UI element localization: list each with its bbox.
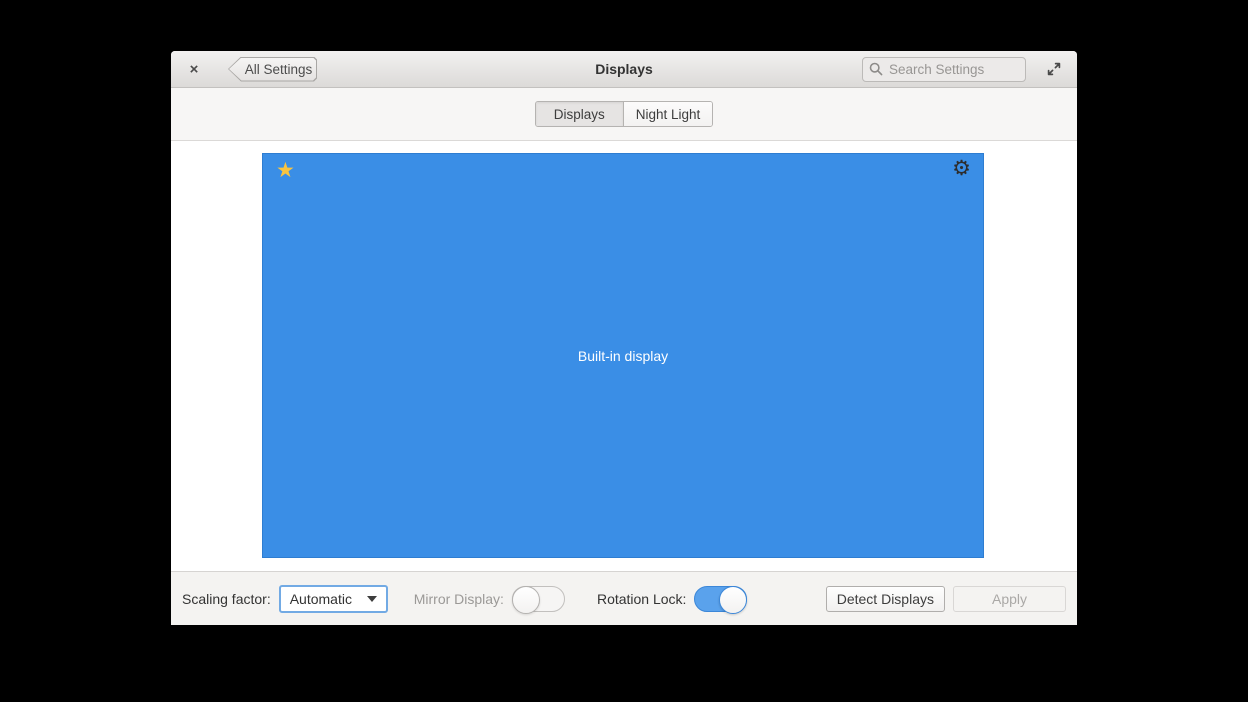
scaling-factor-value: Automatic <box>290 591 352 607</box>
search-icon <box>869 62 883 76</box>
tab-displays-label: Displays <box>554 107 605 122</box>
chevron-down-icon <box>367 596 377 602</box>
apply-label: Apply <box>992 591 1027 607</box>
all-settings-back-button[interactable]: All Settings <box>228 57 317 82</box>
tab-night-light[interactable]: Night Light <box>623 102 713 126</box>
rotation-lock-label: Rotation Lock: <box>597 591 687 607</box>
toggle-knob <box>512 586 540 614</box>
back-button-label: All Settings <box>228 57 317 82</box>
scaling-factor-label: Scaling factor: <box>182 591 271 607</box>
tab-night-light-label: Night Light <box>636 107 701 122</box>
search-field[interactable] <box>862 57 1026 82</box>
mirror-display-toggle[interactable] <box>512 586 565 612</box>
apply-button[interactable]: Apply <box>953 586 1066 612</box>
rotation-lock-toggle[interactable] <box>694 586 747 612</box>
search-input[interactable] <box>889 62 1019 77</box>
detect-displays-label: Detect Displays <box>837 591 934 607</box>
close-button[interactable]: × <box>182 57 206 81</box>
expand-icon <box>1046 61 1062 77</box>
view-switcher: Displays Night Light <box>535 101 714 127</box>
tab-displays[interactable]: Displays <box>536 102 623 126</box>
close-icon: × <box>190 61 199 78</box>
scaling-factor-dropdown[interactable]: Automatic <box>279 585 388 613</box>
content-area: ★ ⚙ Built-in display <box>171 141 1077 571</box>
detect-displays-button[interactable]: Detect Displays <box>826 586 945 612</box>
action-bar: Scaling factor: Automatic Mirror Display… <box>171 571 1077 625</box>
mirror-display-label: Mirror Display: <box>414 591 504 607</box>
tab-strip: Displays Night Light <box>171 88 1077 141</box>
expand-button[interactable] <box>1042 57 1066 81</box>
display-name-label: Built-in display <box>263 154 983 557</box>
display-preview[interactable]: ★ ⚙ Built-in display <box>262 153 984 558</box>
toggle-knob <box>719 586 747 614</box>
settings-window: × All Settings Displays <box>171 51 1077 625</box>
header-bar: × All Settings Displays <box>171 51 1077 88</box>
